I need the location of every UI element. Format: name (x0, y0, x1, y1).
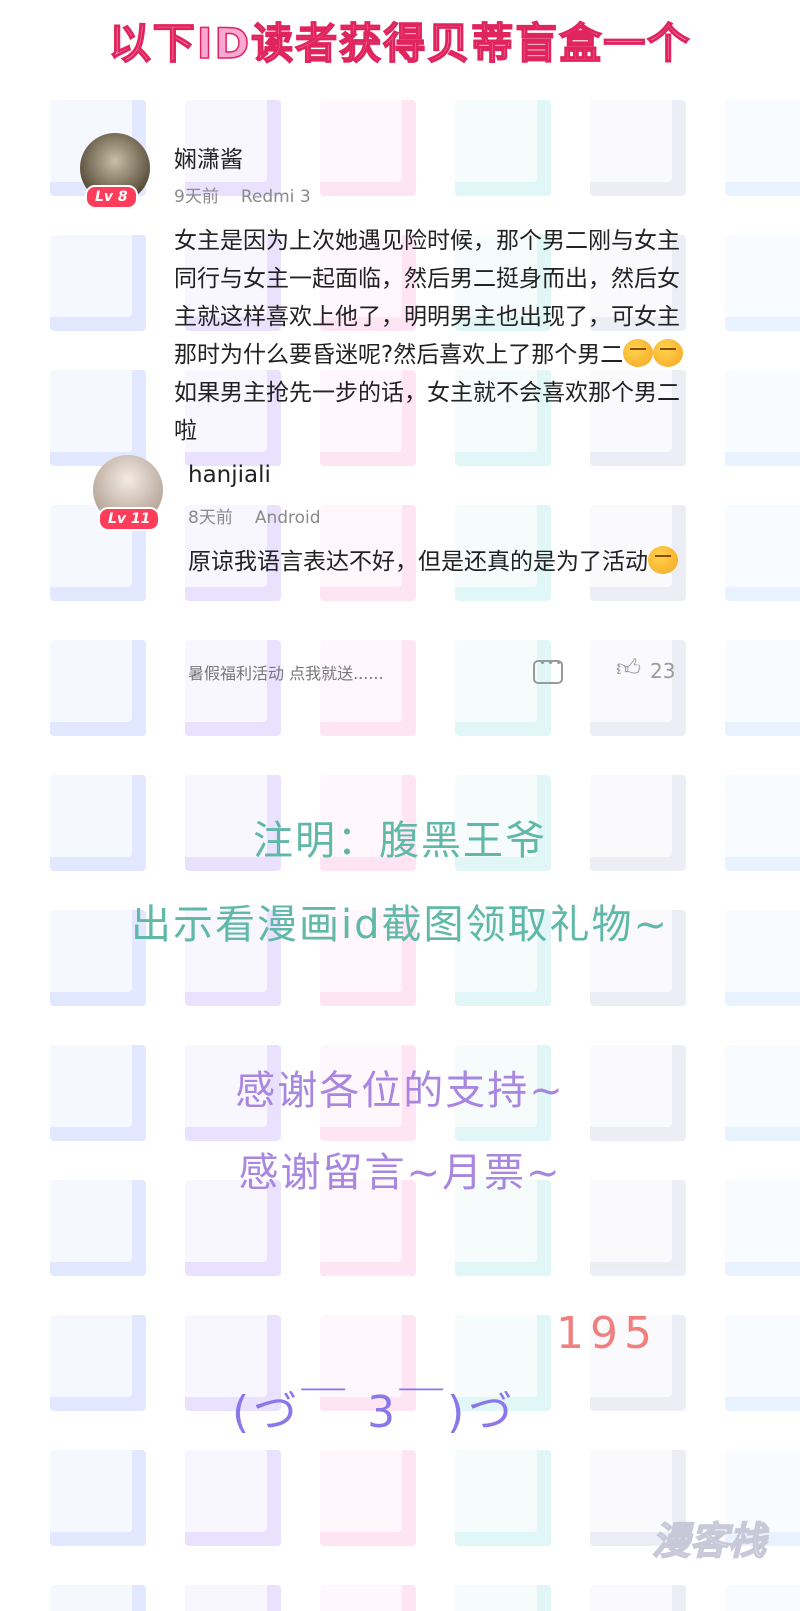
timestamp: 9天前 (174, 187, 219, 207)
level-badge: Lv 8 (85, 185, 138, 209)
sweat-emoji-icon (648, 546, 678, 574)
kaomoji: (づ￣ 3￣)づ (232, 1387, 517, 1438)
comment-footer: 暑假福利活动 点我就送...... 👍︎ 23 (188, 654, 678, 688)
like-count: 23 (650, 659, 676, 683)
device: Android (254, 508, 321, 528)
comment-text: 女主是因为上次她遇见险时候，那个男二刚与女主同行与女主一起面临，然后男二挺身而出… (174, 222, 684, 450)
note-line: 注明：腹黑王爷 (253, 818, 547, 864)
comment-icon[interactable] (533, 656, 563, 684)
username[interactable]: 娴潇酱 (174, 140, 243, 174)
reader-count: 195 (556, 1308, 658, 1359)
banner-title: 以下ID读者获得贝蒂盲盒一个 (108, 18, 692, 69)
level-badge: Lv 11 (98, 507, 161, 531)
thanks-line: 感谢留言~月票~ (238, 1150, 562, 1196)
sweat-emoji-icon (653, 339, 684, 367)
comment-meta: 9天前 Redmi 3 (174, 182, 333, 207)
reply-meta: 8天前 Android (188, 503, 343, 528)
note-line: 出示看漫画id截图领取礼物~ (130, 902, 670, 948)
reply-text: 原谅我语言表达不好，但是还真的是为了活动 (188, 543, 698, 581)
thumbs-up-icon[interactable]: 👍︎ (616, 654, 641, 683)
promo-link[interactable]: 暑假福利活动 点我就送...... (188, 660, 384, 684)
thanks-line: 感谢各位的支持~ (235, 1068, 565, 1114)
timestamp: 8天前 (188, 508, 233, 528)
username[interactable]: hanjiali (188, 462, 271, 488)
sweat-emoji-icon (623, 339, 654, 367)
device: Redmi 3 (240, 187, 311, 207)
watermark-logo: 漫客栈 (651, 1518, 767, 1564)
